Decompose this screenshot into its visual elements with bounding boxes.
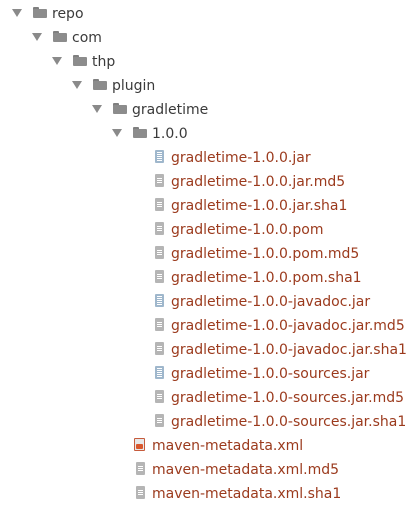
tree-folder-repo[interactable]: repo: [0, 2, 415, 26]
tree-file[interactable]: gradletime-1.0.0-sources.jar.md5: [0, 386, 415, 410]
folder-label: 1.0.0: [152, 126, 188, 142]
chevron-down-icon[interactable]: [52, 57, 62, 65]
text-file-icon: [155, 174, 164, 187]
file-label: gradletime-1.0.0-javadoc.jar.sha1: [171, 342, 407, 358]
file-label: gradletime-1.0.0.pom.md5: [171, 246, 360, 262]
tree-folder-version[interactable]: 1.0.0: [0, 122, 415, 146]
chevron-down-icon[interactable]: [32, 33, 42, 41]
folder-label: plugin: [112, 78, 156, 94]
chevron-down-icon[interactable]: [112, 129, 122, 137]
folder-icon: [133, 127, 147, 138]
file-label: maven-metadata.xml.md5: [152, 462, 340, 478]
tree-file[interactable]: maven-metadata.xml.md5: [0, 458, 415, 482]
folder-label: gradletime: [132, 102, 209, 118]
tree-folder-com[interactable]: com: [0, 26, 415, 50]
chevron-down-icon[interactable]: [92, 105, 102, 113]
tree-file[interactable]: gradletime-1.0.0.jar: [0, 146, 415, 170]
text-file-icon: [155, 222, 164, 235]
tree-file[interactable]: gradletime-1.0.0-sources.jar: [0, 362, 415, 386]
tree-file[interactable]: gradletime-1.0.0.pom.md5: [0, 242, 415, 266]
tree-file[interactable]: gradletime-1.0.0.jar.md5: [0, 170, 415, 194]
tree-folder-gradletime[interactable]: gradletime: [0, 98, 415, 122]
folder-icon: [53, 31, 67, 42]
tree-file[interactable]: gradletime-1.0.0-sources.jar.sha1: [0, 410, 415, 434]
folder-icon: [73, 55, 87, 66]
file-label: gradletime-1.0.0.jar: [171, 150, 311, 166]
tree-file[interactable]: gradletime-1.0.0-javadoc.jar.sha1: [0, 338, 415, 362]
tree-file[interactable]: maven-metadata.xml: [0, 434, 415, 458]
xml-file-icon: [134, 438, 145, 451]
file-label: gradletime-1.0.0-sources.jar.sha1: [171, 414, 407, 430]
tree-file[interactable]: gradletime-1.0.0.pom.sha1: [0, 266, 415, 290]
file-label: gradletime-1.0.0-javadoc.jar.md5: [171, 318, 405, 334]
text-file-icon: [136, 462, 145, 475]
file-label: gradletime-1.0.0.jar.sha1: [171, 198, 348, 214]
tree-file[interactable]: gradletime-1.0.0.jar.sha1: [0, 194, 415, 218]
file-label: maven-metadata.xml: [152, 438, 304, 454]
tree-folder-thp[interactable]: thp: [0, 50, 415, 74]
tree-file[interactable]: gradletime-1.0.0-javadoc.jar.md5: [0, 314, 415, 338]
text-file-icon: [155, 414, 164, 427]
text-file-icon: [155, 390, 164, 403]
folder-icon: [33, 7, 47, 18]
chevron-down-icon[interactable]: [12, 9, 22, 17]
file-label: maven-metadata.xml.sha1: [152, 486, 342, 502]
folder-icon: [113, 103, 127, 114]
folder-label: repo: [52, 6, 84, 22]
tree-file[interactable]: maven-metadata.xml.sha1: [0, 482, 415, 506]
tree-file[interactable]: gradletime-1.0.0-javadoc.jar: [0, 290, 415, 314]
jar-file-icon: [155, 366, 164, 379]
file-label: gradletime-1.0.0-javadoc.jar: [171, 294, 371, 310]
file-label: gradletime-1.0.0.jar.md5: [171, 174, 346, 190]
text-file-icon: [155, 342, 164, 355]
file-label: gradletime-1.0.0.pom: [171, 222, 324, 238]
file-label: gradletime-1.0.0.pom.sha1: [171, 270, 362, 286]
tree-file[interactable]: gradletime-1.0.0.pom: [0, 218, 415, 242]
tree-folder-plugin[interactable]: plugin: [0, 74, 415, 98]
text-file-icon: [155, 270, 164, 283]
file-label: gradletime-1.0.0-sources.jar: [171, 366, 370, 382]
text-file-icon: [136, 486, 145, 499]
chevron-down-icon[interactable]: [72, 81, 82, 89]
file-label: gradletime-1.0.0-sources.jar.md5: [171, 390, 405, 406]
folder-label: thp: [92, 54, 116, 70]
jar-file-icon: [155, 150, 164, 163]
folder-label: com: [72, 30, 102, 46]
text-file-icon: [155, 198, 164, 211]
text-file-icon: [155, 246, 164, 259]
text-file-icon: [155, 318, 164, 331]
folder-icon: [93, 79, 107, 90]
jar-file-icon: [155, 294, 164, 307]
file-tree: repo com thp plugin gradletime 1.0.0 gra…: [0, 0, 415, 507]
